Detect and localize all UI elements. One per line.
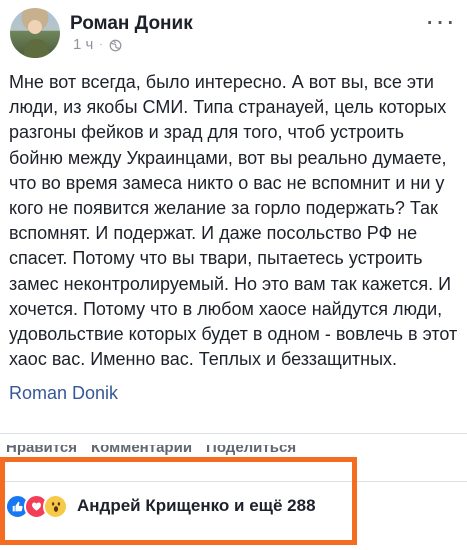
reactions-top-divider: [0, 481, 467, 482]
author-signature-link[interactable]: Roman Donik: [9, 381, 118, 405]
post-meta: 1 ч ·: [73, 36, 122, 54]
more-options-icon[interactable]: ···: [425, 7, 455, 36]
comment-button[interactable]: Комментарий: [91, 445, 192, 457]
share-button[interactable]: Поделиться: [206, 445, 296, 457]
public-globe-icon: [109, 39, 122, 51]
author-avatar[interactable]: [10, 8, 60, 58]
reaction-summary-text[interactable]: Андрей Крищенко и ещё 288: [77, 494, 316, 518]
post-time[interactable]: 1 ч: [73, 36, 93, 54]
wow-icon: [43, 493, 68, 519]
post-header: Роман Доник 1 ч · ···: [0, 0, 467, 62]
post-actions: Нравится Комментарий Поделиться: [6, 445, 466, 471]
post-text: Мне вот всегда, было интересно. А вот вы…: [9, 72, 458, 370]
reactions-summary[interactable]: Андрей Крищенко и ещё 288: [5, 492, 316, 520]
author-name[interactable]: Роман Доник: [70, 13, 193, 35]
meta-separator: ·: [99, 39, 103, 50]
like-button[interactable]: Нравится: [6, 445, 77, 457]
actions-top-divider: [0, 433, 467, 434]
facebook-post: Роман Доник 1 ч · ··· Мне вот всегда, бы…: [0, 0, 467, 550]
